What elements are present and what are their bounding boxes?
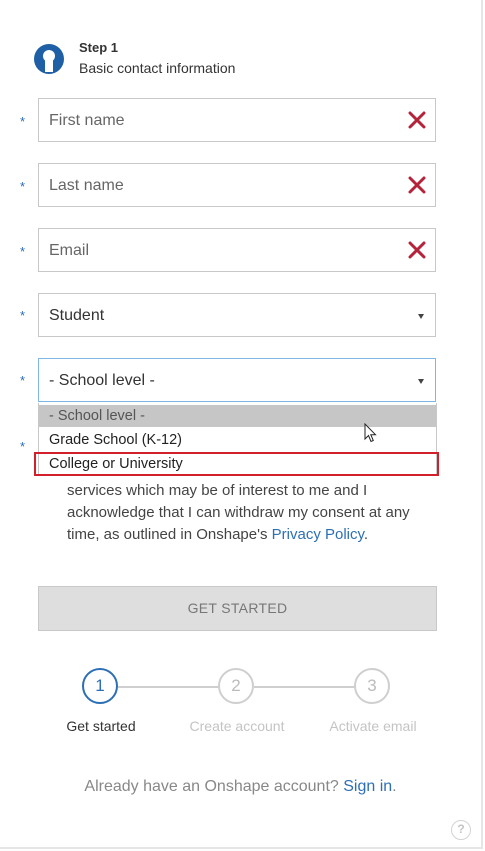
- sign-in-link[interactable]: Sign in: [343, 778, 392, 795]
- required-marker: *: [20, 439, 26, 454]
- close-icon: [408, 176, 426, 194]
- stepper-connector: [118, 686, 219, 688]
- first-name-field[interactable]: First name: [38, 98, 436, 142]
- stepper-connector: [254, 686, 355, 688]
- stepper-label-3: Activate email: [329, 718, 417, 734]
- signup-panel: Step 1 Basic contact information * First…: [0, 0, 483, 849]
- signin-prompt: Already have an Onshape account? Sign in…: [0, 778, 481, 796]
- stepper-label-2: Create account: [189, 718, 285, 734]
- consent-text: services which may be of interest to me …: [67, 480, 427, 546]
- email-placeholder: Email: [49, 242, 90, 259]
- signin-text: Already have an Onshape account?: [84, 778, 344, 795]
- stepper-step-1: 1: [82, 668, 118, 704]
- chevron-down-icon: [418, 379, 424, 384]
- get-started-button[interactable]: GET STARTED: [38, 586, 437, 631]
- stepper-label-1: Get started: [66, 718, 136, 734]
- consent-line: services which may be of interest to me …: [67, 482, 368, 499]
- close-icon: [408, 241, 426, 259]
- stepper-step-3: 3: [354, 668, 390, 704]
- mouse-cursor-icon: [364, 423, 377, 443]
- step-title: Step 1: [79, 40, 119, 55]
- consent-line: time, as outlined in Onshape's Privacy P…: [67, 524, 427, 546]
- first-name-placeholder: First name: [49, 112, 125, 129]
- school-level-select-value: - School level -: [49, 372, 155, 389]
- required-marker: *: [20, 308, 26, 323]
- consent-line: acknowledge that I can withdraw my conse…: [67, 504, 410, 521]
- role-select-value: Student: [49, 307, 105, 324]
- stepper-step-2: 2: [218, 668, 254, 704]
- close-icon: [408, 111, 426, 129]
- privacy-policy-link[interactable]: Privacy Policy: [272, 526, 364, 543]
- last-name-placeholder: Last name: [49, 177, 124, 194]
- required-marker: *: [20, 244, 26, 259]
- required-marker: *: [20, 373, 26, 388]
- required-marker: *: [20, 179, 26, 194]
- consent-line-suffix: .: [363, 526, 369, 543]
- role-select[interactable]: Student: [38, 293, 436, 337]
- school-level-select[interactable]: - School level -: [38, 358, 436, 402]
- highlight-box: [34, 452, 439, 476]
- step-subtitle: Basic contact information: [79, 60, 236, 76]
- chevron-down-icon: [418, 314, 424, 319]
- consent-line-text: time, as outlined in Onshape's: [67, 526, 272, 543]
- help-icon[interactable]: ?: [451, 820, 471, 840]
- email-field[interactable]: Email: [38, 228, 436, 272]
- required-marker: *: [20, 114, 26, 129]
- signin-suffix: .: [392, 778, 397, 795]
- onshape-logo-icon: [34, 44, 64, 74]
- last-name-field[interactable]: Last name: [38, 163, 436, 207]
